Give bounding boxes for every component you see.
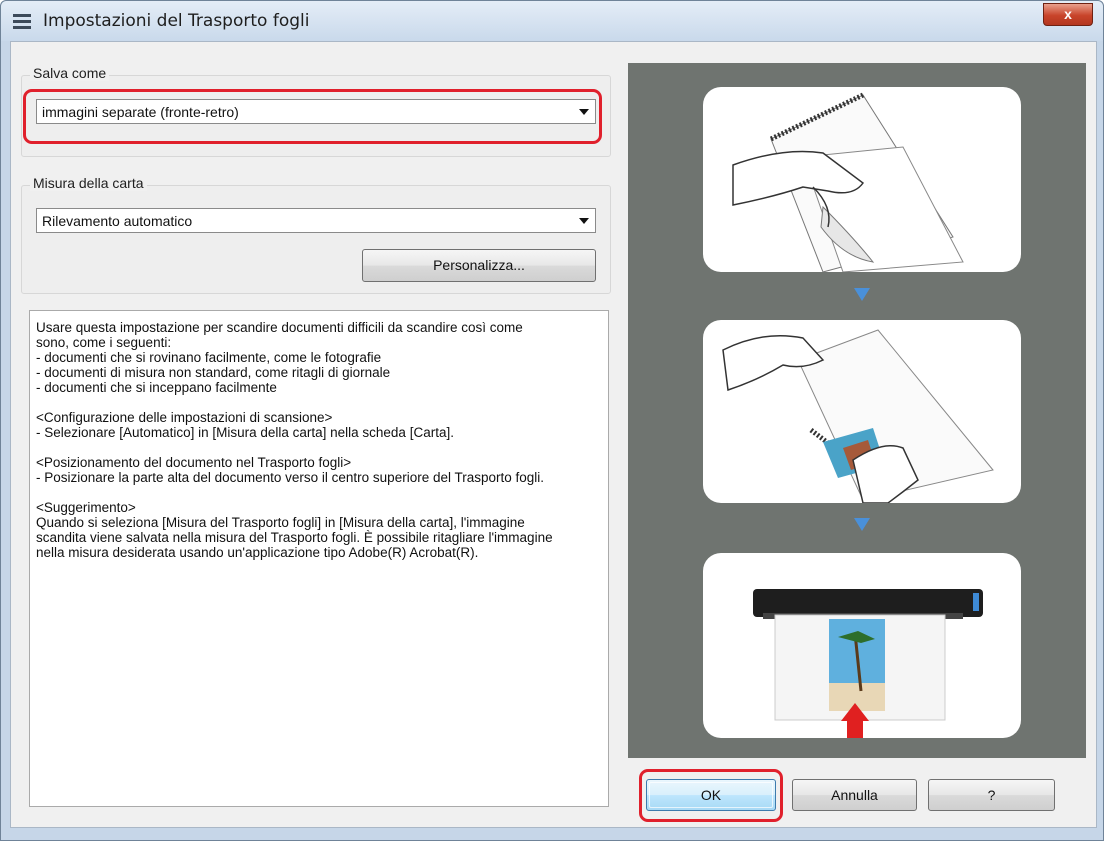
description-line: - documenti che si inceppano facilmente (36, 380, 277, 395)
ok-highlight (639, 769, 783, 822)
title-bar[interactable]: Impostazioni del Trasporto fogli x (1, 1, 1103, 41)
description-line: nella misura desiderata usando un'applic… (36, 545, 479, 560)
paper-size-label: Misura della carta (30, 175, 147, 191)
illustration-scanner-output (703, 553, 1021, 738)
arrow-down-icon (854, 288, 870, 301)
description-line: sono, come i seguenti: (36, 335, 172, 350)
description-line: - documenti di misura non standard, come… (36, 365, 391, 380)
description-line: Quando si seleziona [Misura del Trasport… (36, 515, 525, 530)
description-line: <Posizionamento del documento nel Traspo… (36, 455, 352, 470)
open-carrier-illustration (732, 92, 964, 272)
description-line: - Posizionare la parte alta del document… (36, 470, 545, 485)
scanner-output-illustration (753, 589, 983, 738)
description-line: <Suggerimento> (36, 500, 136, 515)
description-line: <Configurazione delle impostazioni di sc… (36, 410, 333, 425)
help-button[interactable]: ? (928, 779, 1055, 811)
save-as-highlight (23, 89, 602, 144)
description-lines: Usare questa impostazione per scandire d… (36, 320, 602, 560)
illustration-open-carrier (703, 87, 1021, 272)
help-label: ? (987, 787, 996, 803)
close-button[interactable]: x (1043, 3, 1093, 26)
dialog-window: Impostazioni del Trasporto fogli x Salva… (0, 0, 1104, 841)
illustration-panel (628, 63, 1086, 758)
arrow-down-icon (854, 518, 870, 531)
paper-size-dropdown[interactable]: Rilevamento automatico (36, 208, 596, 233)
description-line: Usare questa impostazione per scandire d… (36, 320, 523, 335)
close-icon: x (1064, 6, 1072, 22)
app-menu-icon[interactable] (13, 14, 31, 29)
window-title: Impostazioni del Trasporto fogli (43, 11, 310, 31)
description-line: scandita viene salvata nella misura del … (36, 530, 553, 545)
chevron-down-icon (579, 218, 589, 224)
paper-size-value: Rilevamento automatico (42, 213, 193, 229)
description-textbox[interactable]: Usare questa impostazione per scandire d… (29, 310, 609, 807)
save-as-label: Salva come (30, 65, 110, 81)
description-line: - Selezionare [Automatico] in [Misura de… (36, 425, 454, 440)
cancel-button[interactable]: Annulla (792, 779, 917, 811)
paper-size-group: Misura della carta Rilevamento automatic… (21, 175, 611, 294)
dialog-body: Salva come immagini separate (fronte-ret… (10, 41, 1097, 828)
description-line: - documenti che si rovinano facilmente, … (36, 350, 382, 365)
illustration-insert-document (703, 320, 1021, 503)
customize-label: Personalizza... (433, 257, 525, 273)
customize-button[interactable]: Personalizza... (362, 249, 596, 282)
insert-document-illustration (722, 329, 994, 503)
cancel-label: Annulla (831, 787, 878, 803)
